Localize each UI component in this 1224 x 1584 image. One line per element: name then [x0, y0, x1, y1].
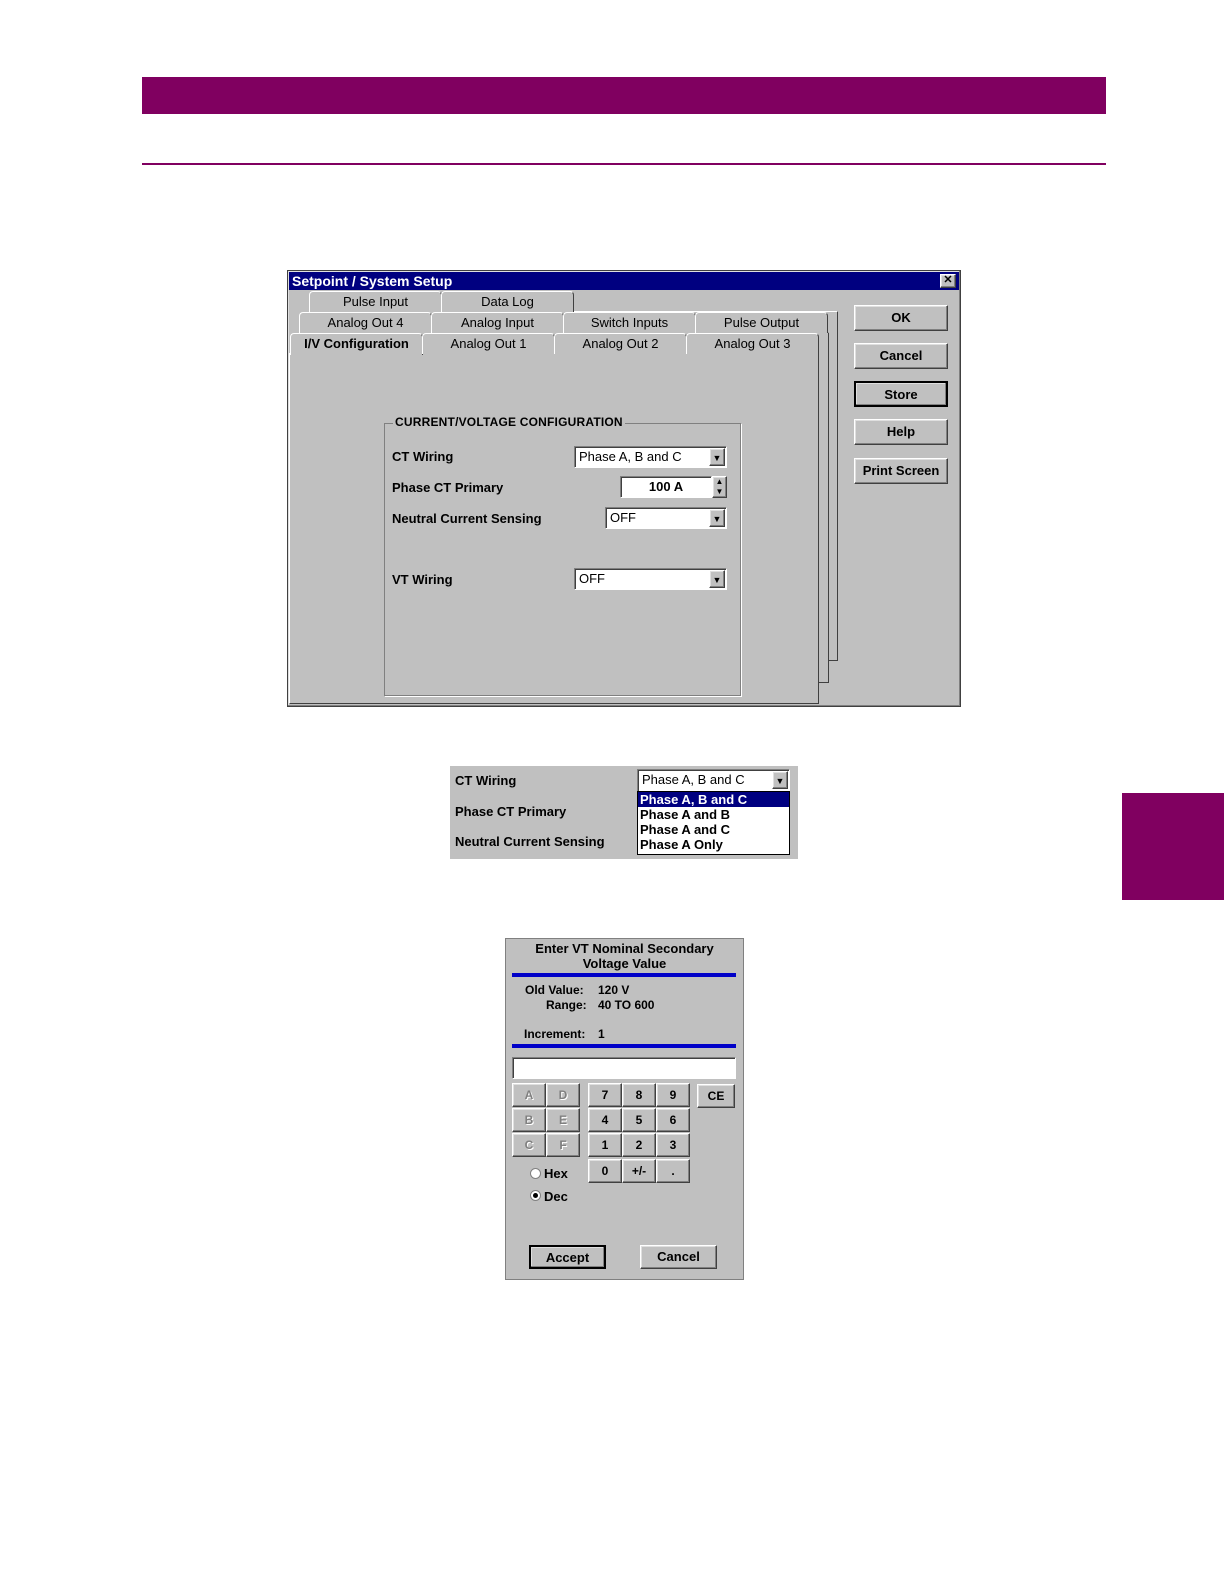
vt-wiring-label: VT Wiring — [392, 572, 453, 587]
tab-analog-out-4[interactable]: Analog Out 4 — [299, 312, 432, 333]
ct-wiring-value: Phase A, B and C — [579, 449, 682, 464]
key-7[interactable]: 7 — [588, 1083, 622, 1107]
cancel-button[interactable]: Cancel — [854, 343, 948, 369]
tab-analog-out-1[interactable]: Analog Out 1 — [422, 333, 555, 354]
chevron-down-icon[interactable]: ▼ — [709, 509, 725, 527]
excerpt-neutral-label: Neutral Current Sensing — [455, 834, 605, 849]
ok-button[interactable]: OK — [854, 305, 948, 331]
tab-pulse-input[interactable]: Pulse Input — [309, 291, 442, 312]
ct-wiring-options-list: Phase A, B and C Phase A and B Phase A a… — [637, 791, 790, 855]
group-title: CURRENT/VOLTAGE CONFIGURATION — [393, 415, 625, 429]
key-1[interactable]: 1 — [588, 1133, 622, 1157]
tab-analog-input[interactable]: Analog Input — [431, 312, 564, 333]
key-8[interactable]: 8 — [622, 1083, 656, 1107]
tab-pulse-output[interactable]: Pulse Output — [695, 312, 828, 333]
tab-data-log[interactable]: Data Log — [441, 291, 574, 312]
key-2[interactable]: 2 — [622, 1133, 656, 1157]
chevron-down-icon[interactable]: ▼ — [772, 771, 788, 789]
phase-ct-primary-input[interactable]: 100 A — [620, 476, 712, 498]
key-9[interactable]: 9 — [656, 1083, 690, 1107]
key-e[interactable]: E — [546, 1108, 580, 1132]
option-phase-a-only[interactable]: Phase A Only — [638, 837, 789, 852]
dec-radio[interactable] — [530, 1190, 541, 1201]
range-value: 40 TO 600 — [598, 998, 655, 1012]
chapter-tab — [1122, 793, 1224, 900]
old-value-label: Old Value: — [525, 983, 584, 997]
excerpt-ct-wiring-label: CT Wiring — [455, 773, 517, 788]
key-6[interactable]: 6 — [656, 1108, 690, 1132]
header-bar — [142, 77, 1106, 114]
keypad-title-line1: Enter VT Nominal Secondary — [535, 941, 714, 956]
old-value: 120 V — [598, 983, 630, 997]
clear-entry-button[interactable]: CE — [697, 1084, 735, 1108]
increment-label: Increment: — [524, 1027, 586, 1041]
dialog-title: Setpoint / System Setup — [292, 273, 453, 289]
key-d[interactable]: D — [546, 1083, 580, 1107]
spin-down-icon[interactable]: ▼ — [713, 487, 726, 497]
key-b[interactable]: B — [512, 1108, 546, 1132]
keypad-rule-top — [512, 973, 736, 977]
vt-wiring-value: OFF — [579, 571, 605, 586]
tab-analog-out-3[interactable]: Analog Out 3 — [686, 333, 819, 354]
key-3[interactable]: 3 — [656, 1133, 690, 1157]
dec-radio-label: Dec — [544, 1189, 568, 1204]
hex-radio[interactable] — [530, 1168, 541, 1179]
ct-wiring-label: CT Wiring — [392, 449, 454, 464]
key-0[interactable]: 0 — [588, 1159, 622, 1183]
ct-wiring-select[interactable]: Phase A, B and C ▼ — [574, 446, 727, 468]
tab-switch-inputs[interactable]: Switch Inputs — [563, 312, 696, 333]
phase-ct-spinner[interactable]: ▲ ▼ — [712, 476, 727, 498]
key-4[interactable]: 4 — [588, 1108, 622, 1132]
header-rule — [142, 163, 1106, 165]
phase-ct-primary-label: Phase CT Primary — [392, 480, 504, 495]
key-decimal[interactable]: . — [656, 1159, 690, 1183]
keypad-title-line2: Voltage Value — [582, 956, 667, 971]
keypad-rule-bottom — [512, 1044, 736, 1048]
key-f[interactable]: F — [546, 1133, 580, 1157]
excerpt-ct-wiring-select[interactable]: Phase A, B and C ▼ — [637, 769, 790, 792]
key-5[interactable]: 5 — [622, 1108, 656, 1132]
increment-value: 1 — [598, 1027, 605, 1041]
chevron-down-icon[interactable]: ▼ — [709, 448, 725, 466]
vt-wiring-select[interactable]: OFF ▼ — [574, 568, 727, 590]
tab-analog-out-2[interactable]: Analog Out 2 — [554, 333, 687, 354]
chevron-down-icon[interactable]: ▼ — [709, 570, 725, 588]
neutral-current-select[interactable]: OFF ▼ — [605, 507, 727, 529]
excerpt-phase-ct-label: Phase CT Primary — [455, 804, 567, 819]
accept-button[interactable]: Accept — [529, 1245, 606, 1269]
neutral-current-label: Neutral Current Sensing — [392, 511, 542, 526]
hex-radio-label: Hex — [544, 1166, 568, 1181]
option-phase-ab[interactable]: Phase A and B — [638, 807, 789, 822]
key-plus-minus[interactable]: +/- — [622, 1159, 656, 1183]
keypad-cancel-button[interactable]: Cancel — [640, 1245, 717, 1269]
option-phase-ac[interactable]: Phase A and C — [638, 822, 789, 837]
key-c[interactable]: C — [512, 1133, 546, 1157]
store-button[interactable]: Store — [854, 381, 948, 407]
range-label: Range: — [546, 998, 587, 1012]
neutral-current-value: OFF — [610, 510, 636, 525]
spin-up-icon[interactable]: ▲ — [713, 477, 726, 487]
key-a[interactable]: A — [512, 1083, 546, 1107]
help-button[interactable]: Help — [854, 419, 948, 445]
tab-iv-configuration[interactable]: I/V Configuration — [290, 333, 423, 355]
keypad-value-input[interactable] — [512, 1057, 736, 1079]
dialog-title-bar: Setpoint / System Setup ✕ — [289, 272, 959, 290]
print-screen-button[interactable]: Print Screen — [854, 458, 948, 484]
close-icon[interactable]: ✕ — [940, 274, 956, 288]
option-phase-abc[interactable]: Phase A, B and C — [638, 792, 789, 807]
excerpt-ct-wiring-value: Phase A, B and C — [642, 772, 745, 787]
